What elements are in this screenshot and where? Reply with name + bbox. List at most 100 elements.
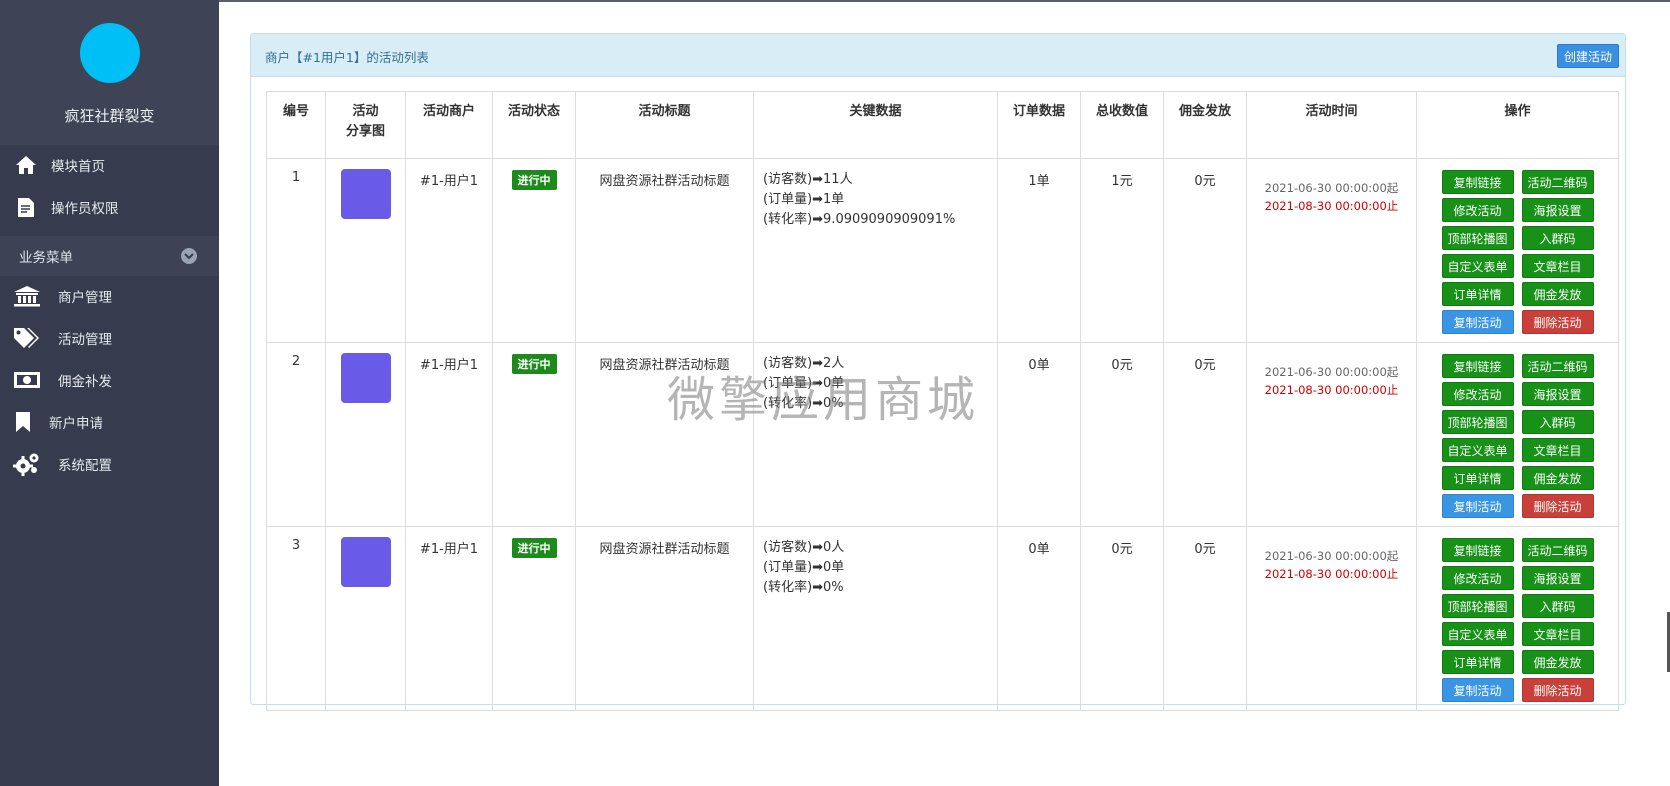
- status-badge: 进行中: [511, 170, 557, 190]
- nav-item-activity-management[interactable]: 活动管理: [0, 318, 219, 358]
- activity-list-panel: 商户【#1用户1】的活动列表 创建活动 编号 活动 分享图 活动商户 活动状态 …: [250, 33, 1626, 711]
- top-carousel-button[interactable]: 顶部轮播图: [1441, 226, 1514, 250]
- conversion-stat: (转化率)➡0%: [763, 580, 844, 595]
- cell-key-data: (访客数)➡11人 (订单量)➡1单 (转化率)➡9.0909090909091…: [753, 158, 998, 343]
- copy-link-button[interactable]: 复制链接: [1441, 538, 1514, 562]
- money-icon: [13, 369, 41, 391]
- order-detail-button[interactable]: 订单详情: [1441, 466, 1514, 490]
- cell-actions: 复制链接 活动二维码 修改活动 海报设置 顶部轮播图 入群码 自定义表单 文章栏…: [1416, 342, 1619, 527]
- cell-time: 2021-06-30 00:00:00起 2021-08-30 00:00:00…: [1246, 526, 1417, 711]
- join-group-code-button[interactable]: 入群码: [1521, 594, 1594, 618]
- nav-label: 活动管理: [58, 332, 112, 348]
- nav-item-merchant-management[interactable]: 商户管理: [0, 276, 219, 316]
- copy-activity-button[interactable]: 复制活动: [1441, 310, 1514, 334]
- activity-qrcode-button[interactable]: 活动二维码: [1521, 354, 1594, 378]
- poster-settings-button[interactable]: 海报设置: [1521, 566, 1594, 590]
- delete-activity-button[interactable]: 删除活动: [1521, 678, 1594, 702]
- delete-activity-button[interactable]: 删除活动: [1521, 494, 1594, 518]
- nav-item-commission-reissue[interactable]: 佣金补发: [0, 360, 219, 400]
- copy-activity-button[interactable]: 复制活动: [1441, 494, 1514, 518]
- brand: 疯狂社群裂变: [0, 0, 219, 145]
- cell-share-image: [325, 526, 406, 711]
- article-column-button[interactable]: 文章栏目: [1521, 254, 1594, 278]
- table-row: 1 #1-用户1 进行中 网盘资源社群活动标题 (访客数)➡11人 (订单量)➡…: [266, 158, 1619, 343]
- join-group-code-button[interactable]: 入群码: [1521, 410, 1594, 434]
- cell-status: 进行中: [492, 342, 576, 527]
- edit-activity-button[interactable]: 修改活动: [1441, 382, 1514, 406]
- nav-item-new-user-application[interactable]: 新户申请: [0, 402, 219, 442]
- conversion-stat: (转化率)➡9.0909090909091%: [763, 212, 956, 227]
- commission-payout-button[interactable]: 佣金发放: [1521, 650, 1594, 674]
- cell-revenue: 1元: [1080, 158, 1164, 343]
- header-actions: 操作: [1416, 91, 1619, 159]
- custom-form-button[interactable]: 自定义表单: [1441, 254, 1514, 278]
- end-time: 2021-08-30 00:00:00止: [1264, 567, 1399, 581]
- header-status: 活动状态: [492, 91, 576, 159]
- header-orders: 订单数据: [997, 91, 1081, 159]
- cell-revenue: 0元: [1080, 342, 1164, 527]
- home-icon: [15, 154, 37, 176]
- activity-table: 编号 活动 分享图 活动商户 活动状态 活动标题 关键数据 订单数据 总收数值 …: [266, 91, 1619, 711]
- bank-icon: [13, 285, 41, 307]
- header-share-image: 活动 分享图: [325, 91, 406, 159]
- share-image-thumbnail[interactable]: [340, 353, 391, 403]
- header-time: 活动时间: [1246, 91, 1417, 159]
- cell-orders: 0单: [997, 342, 1081, 527]
- create-activity-button[interactable]: 创建活动: [1556, 44, 1619, 68]
- nav-label: 商户管理: [58, 290, 112, 306]
- edit-activity-button[interactable]: 修改活动: [1441, 198, 1514, 222]
- menu-section-business[interactable]: 业务菜单: [0, 236, 219, 276]
- cell-status: 进行中: [492, 158, 576, 343]
- copy-activity-button[interactable]: 复制活动: [1441, 678, 1514, 702]
- custom-form-button[interactable]: 自定义表单: [1441, 438, 1514, 462]
- article-column-button[interactable]: 文章栏目: [1521, 438, 1594, 462]
- join-group-code-button[interactable]: 入群码: [1521, 226, 1594, 250]
- visitors-stat: (访客数)➡2人: [763, 356, 845, 371]
- header-revenue: 总收数值: [1080, 91, 1164, 159]
- header-merchant: 活动商户: [405, 91, 493, 159]
- order-count-stat: (订单量)➡0单: [763, 560, 845, 575]
- nav-item-operator-permissions[interactable]: 操作员权限: [0, 187, 219, 227]
- header-key-data: 关键数据: [753, 91, 998, 159]
- activity-qrcode-button[interactable]: 活动二维码: [1521, 538, 1594, 562]
- cell-merchant: #1-用户1: [405, 158, 493, 343]
- cell-title: 网盘资源社群活动标题: [575, 158, 754, 343]
- cell-time: 2021-06-30 00:00:00起 2021-08-30 00:00:00…: [1246, 342, 1417, 527]
- end-time: 2021-08-30 00:00:00止: [1264, 383, 1399, 397]
- poster-settings-button[interactable]: 海报设置: [1521, 382, 1594, 406]
- order-detail-button[interactable]: 订单详情: [1441, 282, 1514, 306]
- nav-item-home[interactable]: 模块首页: [0, 145, 219, 185]
- share-image-thumbnail[interactable]: [340, 169, 391, 219]
- nav-label: 新户申请: [49, 416, 103, 432]
- nav-item-system-config[interactable]: 系统配置: [0, 444, 219, 484]
- article-column-button[interactable]: 文章栏目: [1521, 622, 1594, 646]
- delete-activity-button[interactable]: 删除活动: [1521, 310, 1594, 334]
- custom-form-button[interactable]: 自定义表单: [1441, 622, 1514, 646]
- order-detail-button[interactable]: 订单详情: [1441, 650, 1514, 674]
- chevron-down-icon[interactable]: [181, 248, 197, 264]
- top-carousel-button[interactable]: 顶部轮播图: [1441, 410, 1514, 434]
- top-carousel-button[interactable]: 顶部轮播图: [1441, 594, 1514, 618]
- cell-actions: 复制链接 活动二维码 修改活动 海报设置 顶部轮播图 入群码 自定义表单 文章栏…: [1416, 158, 1619, 343]
- cell-revenue: 0元: [1080, 526, 1164, 711]
- visitors-stat: (访客数)➡11人: [763, 172, 853, 187]
- copy-link-button[interactable]: 复制链接: [1441, 170, 1514, 194]
- copy-link-button[interactable]: 复制链接: [1441, 354, 1514, 378]
- cell-merchant: #1-用户1: [405, 342, 493, 527]
- cell-id: 2: [266, 342, 326, 527]
- commission-payout-button[interactable]: 佣金发放: [1521, 282, 1594, 306]
- commission-payout-button[interactable]: 佣金发放: [1521, 466, 1594, 490]
- poster-settings-button[interactable]: 海报设置: [1521, 198, 1594, 222]
- edit-activity-button[interactable]: 修改活动: [1441, 566, 1514, 590]
- top-border: [219, 0, 1670, 2]
- document-icon: [15, 196, 37, 218]
- conversion-stat: (转化率)➡0%: [763, 396, 844, 411]
- activity-qrcode-button[interactable]: 活动二维码: [1521, 170, 1594, 194]
- start-time: 2021-06-30 00:00:00起: [1264, 181, 1399, 195]
- nav-label: 系统配置: [58, 458, 112, 474]
- section-label: 业务菜单: [19, 250, 73, 266]
- cell-key-data: (访客数)➡2人 (订单量)➡0单 (转化率)➡0%: [753, 342, 998, 527]
- nav-label: 模块首页: [51, 159, 105, 175]
- order-count-stat: (订单量)➡1单: [763, 192, 845, 207]
- share-image-thumbnail[interactable]: [340, 537, 391, 587]
